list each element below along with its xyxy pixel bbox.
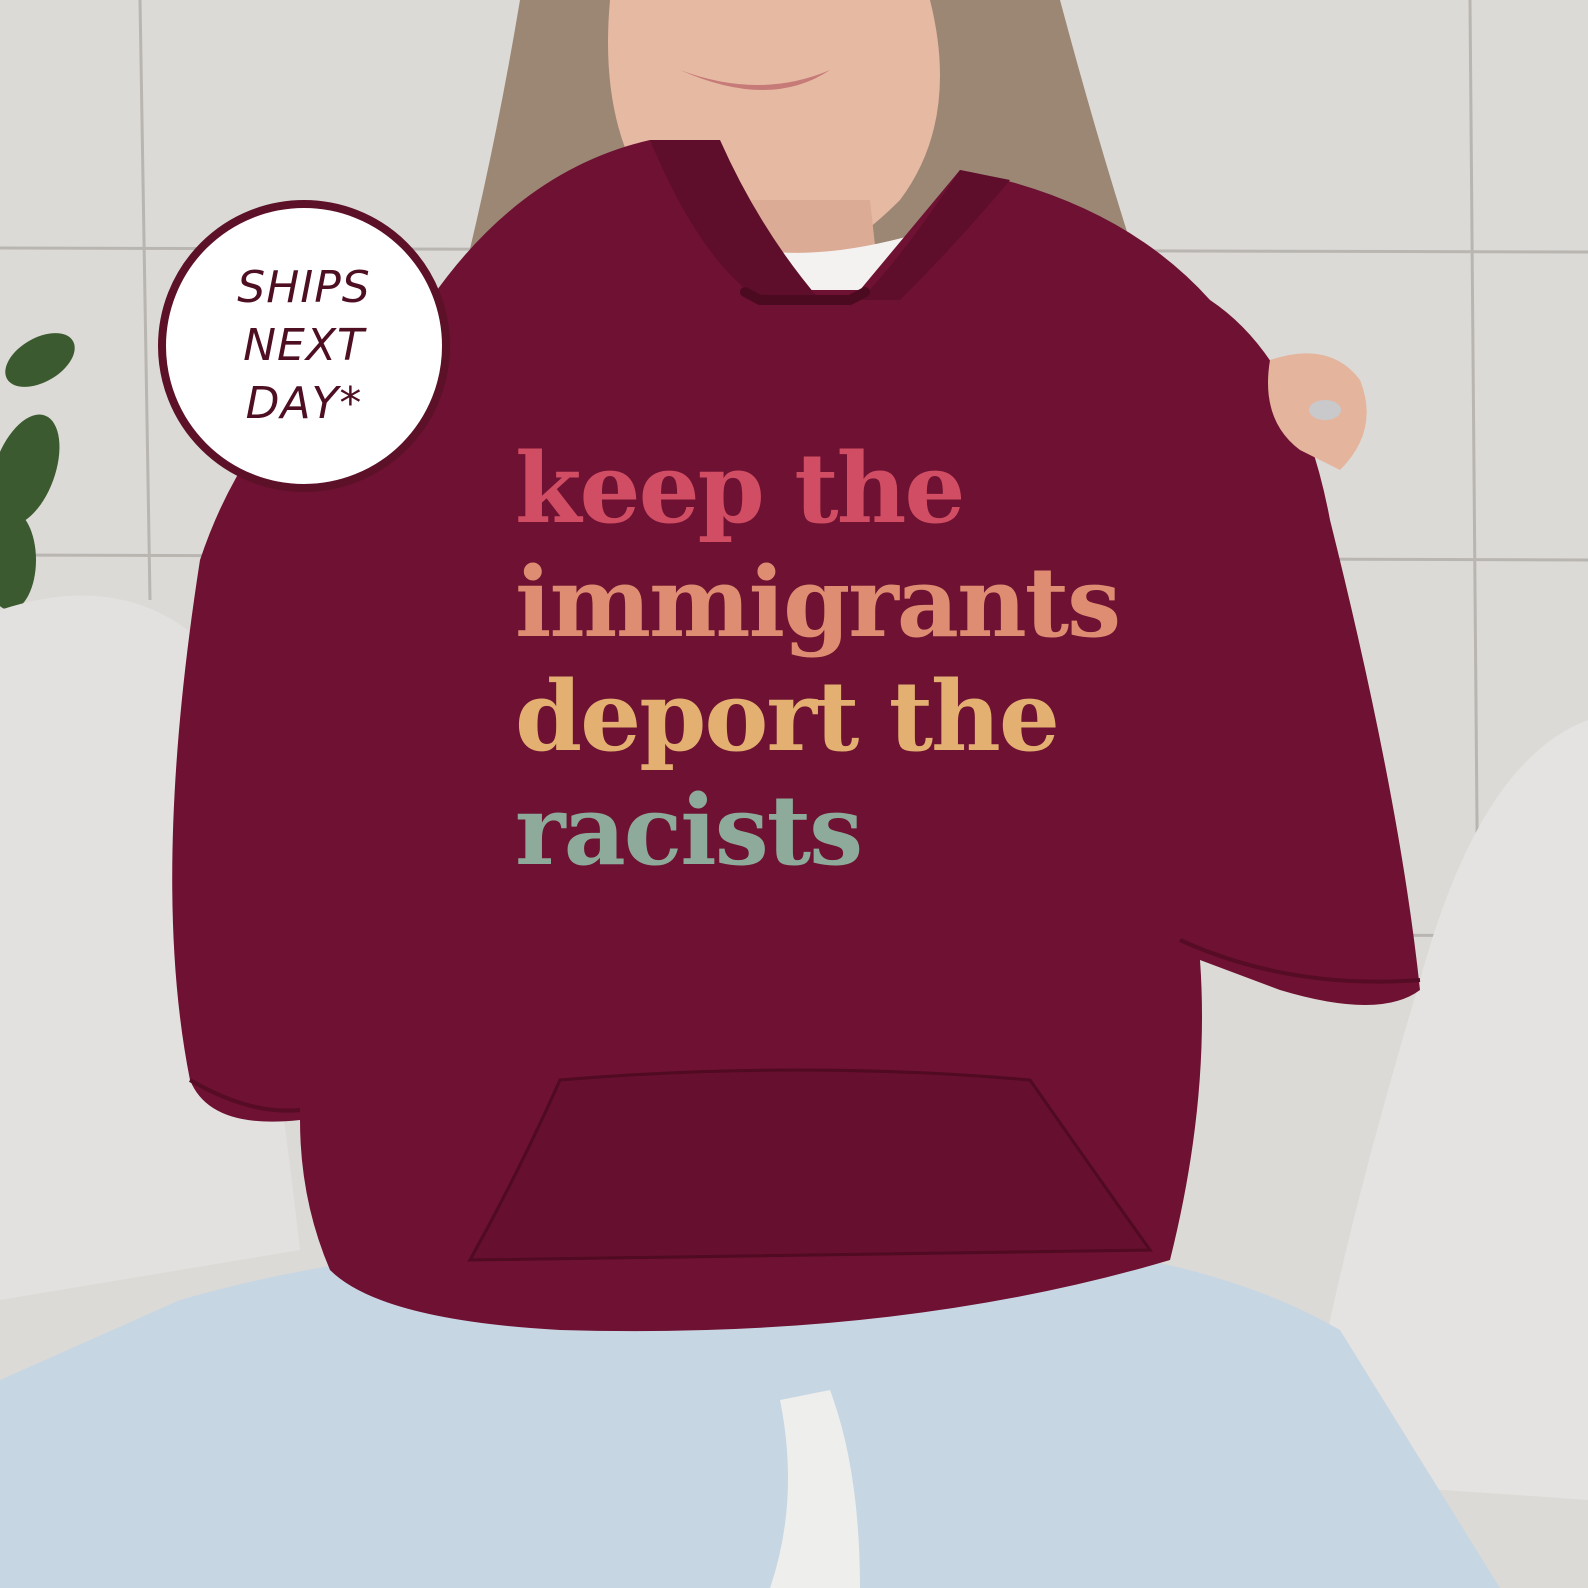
- ships-next-day-badge: SHIPS NEXT DAY*: [158, 200, 450, 492]
- badge-line-1: SHIPS: [237, 262, 371, 313]
- hoodie-print-slogan: keep the immigrants deport the racists: [515, 432, 1121, 888]
- badge-line-3: DAY*: [245, 378, 363, 429]
- badge-line-2: NEXT: [243, 320, 365, 371]
- ring: [1309, 400, 1341, 420]
- slogan-line-2: immigrants: [515, 546, 1121, 659]
- slogan-line-1: keep the: [515, 432, 965, 545]
- product-photo: SHIPS NEXT DAY* keep the immigrants depo…: [0, 0, 1588, 1588]
- slogan-line-4: racists: [515, 774, 863, 887]
- slogan-line-3: deport the: [515, 660, 1060, 773]
